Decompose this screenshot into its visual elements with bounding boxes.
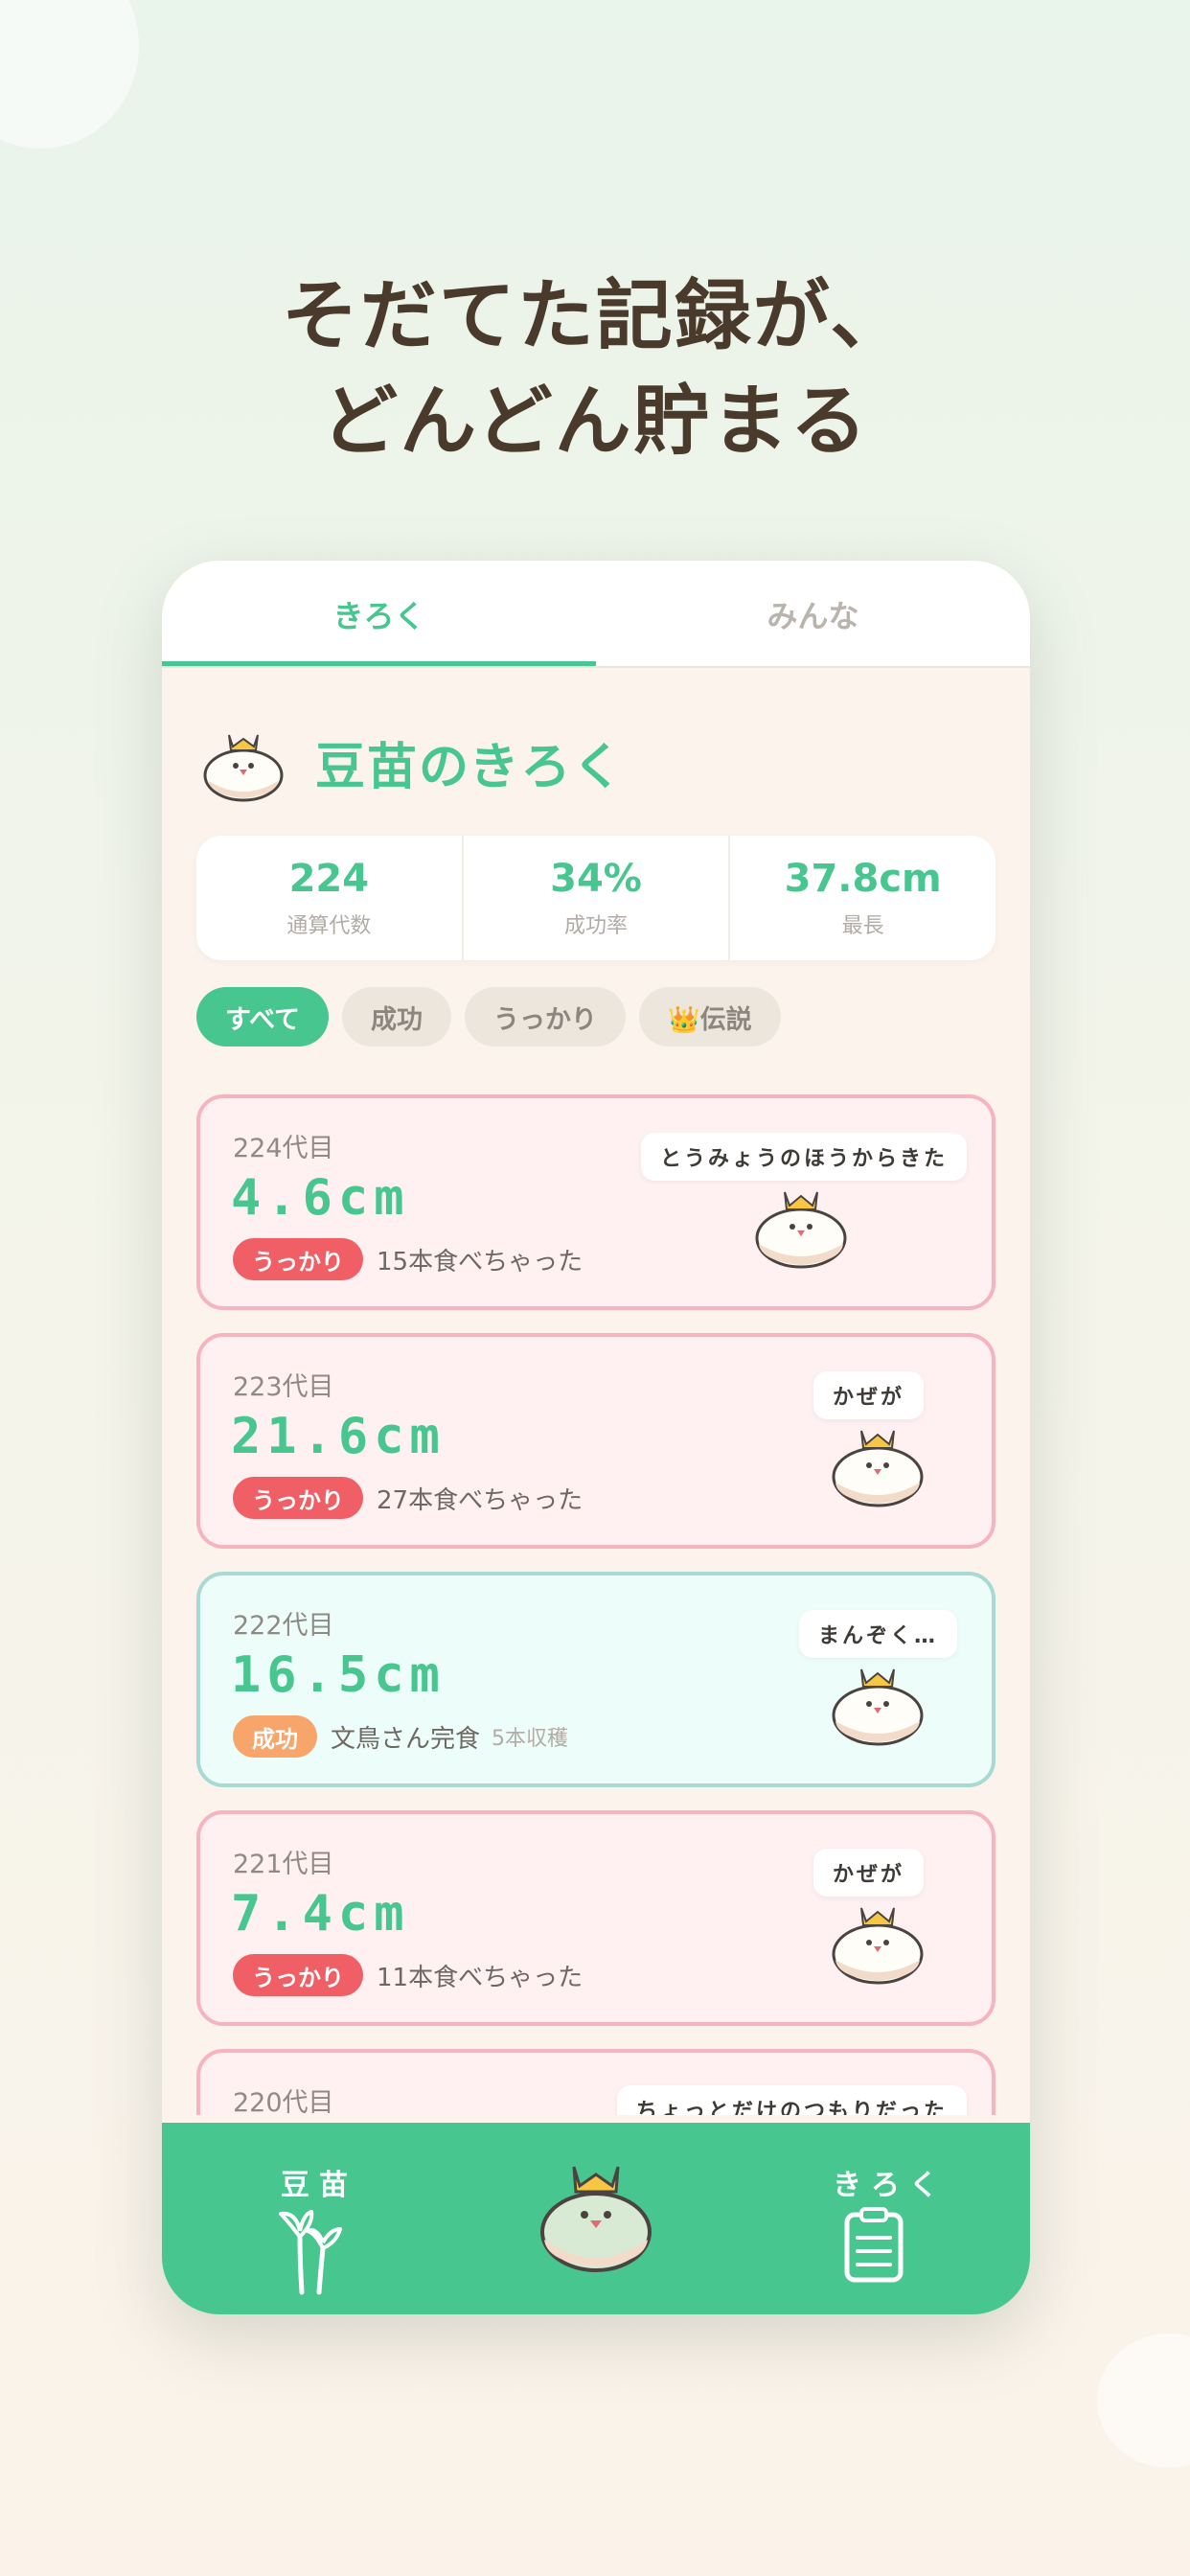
record-generation: 222代目: [233, 1611, 334, 1641]
record-generation: 223代目: [233, 1372, 334, 1402]
bottom-nav: 豆苗 きろく: [162, 2123, 1030, 2314]
stat-longest: 37.8cm 最長: [730, 836, 995, 960]
decorative-circle-bottom-right: [1097, 2334, 1190, 2468]
active-tab-indicator: [162, 661, 596, 666]
record-note: 27本食べちゃった: [377, 1485, 584, 1515]
record-length: 16.5cm: [231, 1646, 446, 1704]
stat-total-generations: 224 通算代数: [196, 836, 464, 960]
record-card[interactable]: 220代目 ちょっとだけのつもりだった: [196, 2049, 995, 2115]
tab-bar: きろく みんな: [162, 561, 1030, 668]
bird-mascot-icon: [203, 734, 284, 802]
record-card[interactable]: 224代目 4.6cm うっかり 15本食べちゃった とうみょうのほうからきた: [196, 1094, 995, 1310]
stat-success-rate: 34% 成功率: [464, 836, 731, 960]
filter-all[interactable]: すべて: [196, 987, 330, 1046]
record-length: 21.6cm: [231, 1408, 446, 1465]
bird-mascot-icon: [832, 1430, 924, 1507]
status-badge: うっかり: [233, 1238, 363, 1280]
headline: そだてた記録が、 どんどん貯まる: [0, 264, 1190, 474]
bird-mascot-icon: [755, 1191, 847, 1269]
record-card[interactable]: 222代目 16.5cm 成功 文鳥さん完食 5本収穫 まんぞく…: [196, 1572, 995, 1787]
decorative-circle-top-left: [0, 0, 139, 149]
filter-legend[interactable]: 👑伝説: [639, 987, 781, 1046]
speech-bubble: まんぞく…: [799, 1610, 958, 1658]
seedling-icon[interactable]: [277, 2204, 344, 2296]
record-length: 7.4cm: [231, 1885, 410, 1943]
status-badge: 成功: [233, 1715, 317, 1758]
filter-careless[interactable]: うっかり: [465, 987, 627, 1046]
speech-bubble: とうみょうのほうからきた: [641, 1133, 968, 1181]
record-length: 4.6cm: [231, 1169, 410, 1227]
status-badge: うっかり: [233, 1954, 363, 1996]
stat-label: 成功率: [564, 914, 629, 938]
record-detail: うっかり 27本食べちゃった: [233, 1477, 583, 1519]
stat-value: 37.8cm: [784, 857, 942, 901]
nav-seedling-label[interactable]: 豆苗: [281, 2161, 357, 2203]
nav-record-label[interactable]: きろく: [833, 2161, 948, 2203]
record-detail: 成功 文鳥さん完食 5本収穫: [233, 1715, 568, 1758]
record-note: 文鳥さん完食: [331, 1724, 481, 1754]
record-generation: 221代目: [233, 1850, 334, 1879]
headline-line-1: そだてた記録が、: [281, 271, 909, 360]
clipboard-icon[interactable]: [842, 2207, 905, 2284]
record-generation: 220代目: [233, 2088, 334, 2115]
record-subnote: 5本収穫: [492, 1727, 569, 1751]
filter-success[interactable]: 成功: [342, 987, 452, 1046]
tab-record[interactable]: きろく: [162, 561, 596, 668]
stat-label: 通算代数: [286, 914, 372, 938]
stat-value: 224: [288, 857, 370, 901]
record-note: 11本食べちゃった: [377, 1963, 584, 1992]
stat-value: 34%: [550, 857, 642, 901]
record-card[interactable]: 223代目 21.6cm うっかり 27本食べちゃった かぜが: [196, 1333, 995, 1549]
speech-bubble: ちょっとだけのつもりだった: [617, 2085, 968, 2115]
profile-title: 豆苗のきろく: [315, 738, 625, 796]
profile-header: 豆苗のきろく: [200, 714, 624, 810]
tab-everyone[interactable]: みんな: [596, 561, 1030, 668]
speech-bubble: かぜが: [813, 1849, 925, 1897]
phone-screen: きろく みんな 豆苗のきろく 224 通算代数 34% 成功率 37.8cm 最…: [162, 561, 1030, 2314]
speech-bubble: かぜが: [813, 1371, 925, 1419]
record-detail: うっかり 11本食べちゃった: [233, 1954, 583, 1996]
record-list: 224代目 4.6cm うっかり 15本食べちゃった とうみょうのほうからきた …: [196, 1094, 995, 2115]
record-note: 15本食べちゃった: [377, 1247, 584, 1276]
record-detail: うっかり 15本食べちゃった: [233, 1238, 583, 1280]
record-generation: 224代目: [233, 1134, 334, 1163]
stat-label: 最長: [841, 914, 884, 938]
bird-mascot-home-button[interactable]: [536, 2151, 656, 2276]
status-badge: うっかり: [233, 1477, 363, 1519]
bird-mascot-icon: [832, 1668, 924, 1746]
record-card[interactable]: 221代目 7.4cm うっかり 11本食べちゃった かぜが: [196, 1810, 995, 2026]
headline-line-2: どんどん貯まる: [321, 377, 869, 466]
bird-mascot-icon: [832, 1907, 924, 1985]
stats-panel: 224 通算代数 34% 成功率 37.8cm 最長: [196, 836, 995, 960]
filter-chips: すべて 成功 うっかり 👑伝説: [196, 987, 781, 1046]
